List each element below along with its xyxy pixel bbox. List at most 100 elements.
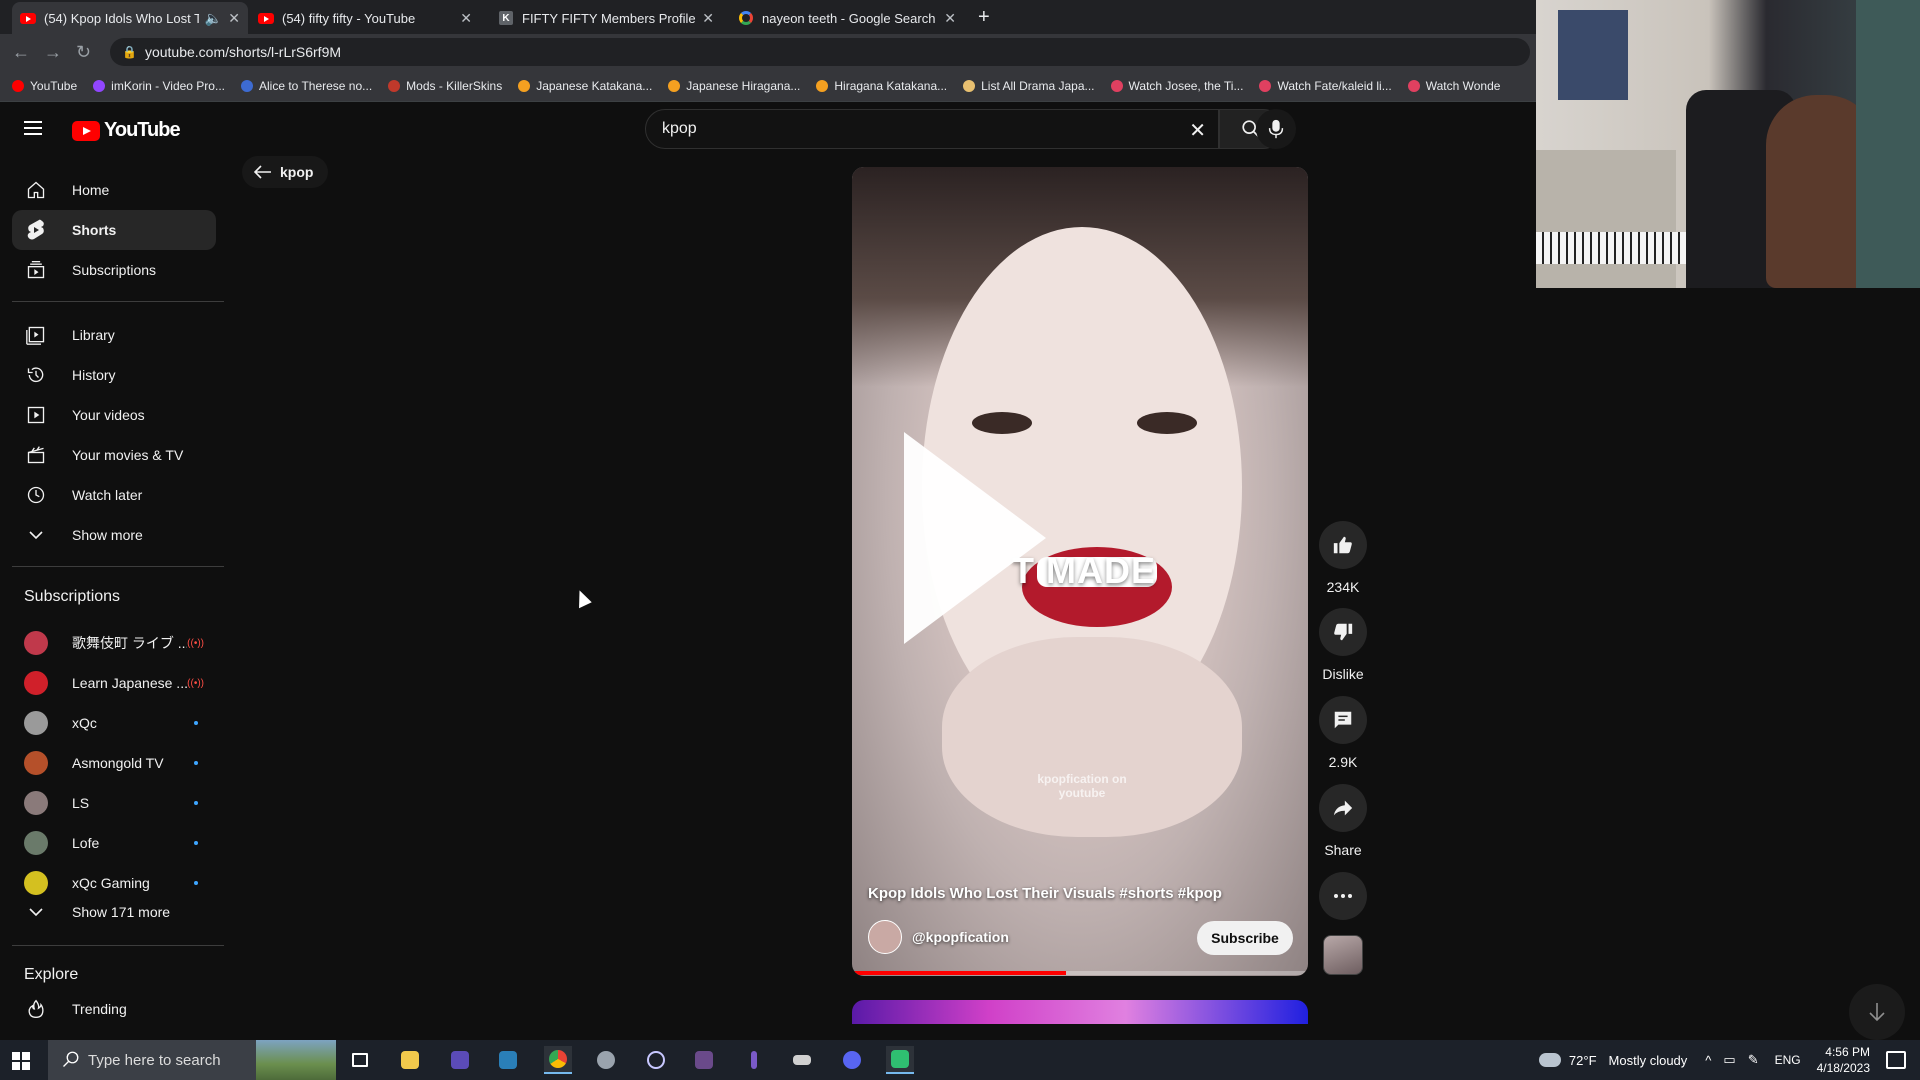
- bookmark-item[interactable]: YouTube: [12, 79, 77, 93]
- sidebar-subscription-item[interactable]: Asmongold TV: [12, 743, 216, 783]
- keyboard-icon[interactable]: [788, 1046, 816, 1074]
- like-action[interactable]: 234K: [1319, 521, 1367, 595]
- like-button[interactable]: [1319, 521, 1367, 569]
- google-icon: [738, 10, 754, 26]
- dislike-action[interactable]: Dislike: [1319, 608, 1367, 682]
- sidebar-item-shorts[interactable]: Shorts: [12, 210, 216, 250]
- bookmark-label: List All Drama Japa...: [981, 78, 1095, 93]
- bookmark-item[interactable]: Hiragana Katakana...: [816, 79, 947, 93]
- browser-tab-3[interactable]: K FIFTY FIFTY Members Profile (Up ✕: [490, 2, 722, 34]
- channel-name[interactable]: @kpopfication: [912, 929, 1009, 945]
- task-view-icon[interactable]: [346, 1046, 374, 1074]
- search-input[interactable]: kpop ✕: [645, 109, 1219, 149]
- speaker-icon[interactable]: 🔈: [205, 10, 222, 27]
- share-action[interactable]: Share: [1319, 784, 1367, 858]
- back-arrow-icon[interactable]: ←: [12, 42, 30, 63]
- youtube-logo[interactable]: YouTube: [72, 119, 181, 142]
- video-frame-eye: [1137, 412, 1197, 434]
- voice-search-button[interactable]: [1256, 109, 1296, 149]
- discord-icon[interactable]: [838, 1046, 866, 1074]
- bookmark-item[interactable]: Japanese Katakana...: [518, 79, 652, 93]
- clear-search-icon[interactable]: ✕: [1189, 118, 1206, 143]
- dislike-button[interactable]: [1319, 608, 1367, 656]
- windows-start-icon[interactable]: [12, 1052, 30, 1070]
- bookmark-item[interactable]: List All Drama Japa...: [963, 78, 1095, 93]
- video-progress-bar[interactable]: [852, 971, 1308, 975]
- language-indicator[interactable]: ENG: [1775, 1053, 1801, 1067]
- sidebar-item-your-movies[interactable]: Your movies & TV: [12, 435, 216, 475]
- bookmark-item[interactable]: Watch Wonde: [1407, 79, 1500, 93]
- sidebar-subscription-item[interactable]: 歌舞伎町 ライブ ... ((•)): [12, 623, 216, 663]
- shorts-player[interactable]: T MADE kpopfication on youtube Kpop Idol…: [852, 167, 1308, 976]
- browser-tab-4[interactable]: nayeon teeth - Google Search ✕: [730, 2, 964, 34]
- chrome-icon[interactable]: [544, 1046, 572, 1074]
- close-tab-icon[interactable]: ✕: [460, 10, 472, 27]
- app-icon[interactable]: [690, 1046, 718, 1074]
- notification-icon[interactable]: [1886, 1051, 1906, 1069]
- share-label: Share: [1324, 842, 1362, 858]
- pen-icon[interactable]: ✎: [1748, 1052, 1759, 1068]
- more-options-button[interactable]: [1319, 872, 1367, 920]
- chevron-up-icon[interactable]: ^: [1705, 1053, 1711, 1068]
- app-icon[interactable]: [886, 1046, 914, 1074]
- sidebar-subscription-item[interactable]: LS: [12, 783, 216, 823]
- comments-button[interactable]: [1319, 696, 1367, 744]
- weather-widget[interactable]: 72°F Mostly cloudy: [1538, 1053, 1687, 1068]
- bookmark-item[interactable]: Japanese Hiragana...: [668, 79, 800, 93]
- thumbs-up-icon: [1333, 536, 1352, 554]
- sidebar-item-trending[interactable]: Trending: [12, 989, 216, 1029]
- sidebar-item-history[interactable]: History: [12, 355, 216, 395]
- comments-action[interactable]: 2.9K: [1319, 696, 1367, 770]
- sidebar-item-watch-later[interactable]: Watch later: [12, 475, 216, 515]
- share-button[interactable]: [1319, 784, 1367, 832]
- subscribe-button[interactable]: Subscribe: [1197, 921, 1293, 955]
- bookmark-item[interactable]: Watch Fate/kaleid li...: [1259, 79, 1392, 93]
- sidebar-item-subscriptions[interactable]: Subscriptions: [12, 250, 216, 290]
- sidebar-subscription-item[interactable]: Learn Japanese ... ((•)): [12, 663, 216, 703]
- bookmark-item[interactable]: imKorin - Video Pro...: [93, 79, 225, 93]
- app-icon[interactable]: [740, 1046, 768, 1074]
- app-icon[interactable]: [446, 1046, 474, 1074]
- channel-avatar: [24, 631, 48, 655]
- sidebar-subscription-item[interactable]: xQc: [12, 703, 216, 743]
- home-icon: [24, 178, 48, 202]
- back-to-search-chip[interactable]: kpop: [242, 156, 328, 188]
- sound-pivot-thumbnail[interactable]: [1323, 935, 1363, 975]
- video-frame-hands: [942, 637, 1242, 837]
- short-title[interactable]: Kpop Idols Who Lost Their Visuals #short…: [868, 885, 1222, 902]
- close-tab-icon[interactable]: ✕: [228, 10, 240, 27]
- browser-tab-1[interactable]: (54) Kpop Idols Who Lost Th 🔈 ✕: [12, 2, 248, 34]
- sidebar-item-your-videos[interactable]: Your videos: [12, 395, 216, 435]
- bookmark-item[interactable]: Watch Josee, the Ti...: [1110, 79, 1243, 93]
- browser-tab-2[interactable]: (54) fifty fifty - YouTube ✕: [250, 2, 480, 34]
- play-icon[interactable]: [904, 432, 1046, 644]
- lock-icon[interactable]: 🔒: [122, 45, 137, 59]
- network-icon[interactable]: ▭: [1723, 1052, 1735, 1068]
- app-icon[interactable]: [592, 1046, 620, 1074]
- bookmark-item[interactable]: Alice to Therese no...: [240, 79, 372, 93]
- taskbar-search-box[interactable]: Type here to search: [48, 1040, 336, 1080]
- next-short-preview[interactable]: [852, 1000, 1308, 1024]
- hamburger-menu-icon[interactable]: [24, 121, 42, 135]
- bookmark-item[interactable]: Mods - KillerSkins: [388, 79, 502, 93]
- sidebar-item-library[interactable]: Library: [12, 315, 216, 355]
- comment-count: 2.9K: [1328, 754, 1358, 770]
- app-icon[interactable]: [494, 1046, 522, 1074]
- sidebar-item-show-more-subscriptions[interactable]: Show 171 more: [12, 892, 216, 932]
- file-explorer-icon[interactable]: [396, 1046, 424, 1074]
- channel-avatar[interactable]: [868, 920, 902, 954]
- url-bar[interactable]: 🔒 youtube.com/shorts/l-rLrS6rf9M: [110, 38, 1530, 66]
- close-tab-icon[interactable]: ✕: [702, 10, 714, 27]
- forward-arrow-icon[interactable]: →: [44, 42, 62, 63]
- media-player-icon[interactable]: [642, 1046, 670, 1074]
- reload-icon[interactable]: ↻: [76, 42, 91, 63]
- new-tab-icon[interactable]: +: [978, 6, 990, 29]
- sidebar-item-show-more[interactable]: Show more: [12, 515, 216, 555]
- sidebar-item-home[interactable]: Home: [12, 170, 216, 210]
- next-short-button[interactable]: [1849, 984, 1905, 1040]
- arrow-down-icon: [1869, 1003, 1885, 1022]
- clock[interactable]: 4:56 PM 4/18/2023: [1817, 1044, 1870, 1076]
- close-tab-icon[interactable]: ✕: [944, 10, 956, 27]
- sidebar-subscription-item[interactable]: Lofe: [12, 823, 216, 863]
- more-actions[interactable]: [1319, 872, 1367, 920]
